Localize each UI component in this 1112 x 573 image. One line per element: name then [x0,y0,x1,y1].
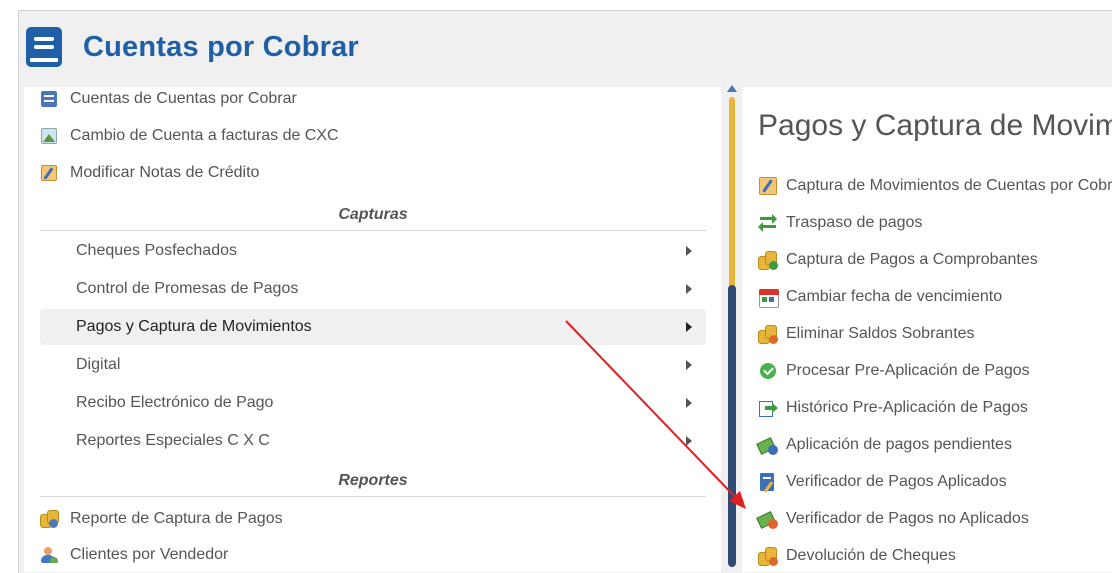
option-label: Cambiar fecha de vencimiento [786,288,1003,305]
left-menu-panel: Cuentas de Cuentas por Cobrar Cambio de … [24,87,721,572]
menu-item-label: Modificar Notas de Crédito [70,164,260,181]
option-captura-movimientos[interactable]: Captura de Movimientos de Cuentas por Co… [758,172,1112,200]
scrollbar[interactable] [725,85,737,572]
chevron-right-icon [686,436,692,446]
option-label: Verificador de Pagos no Aplicados [786,510,1029,527]
submenu-digital[interactable]: Digital [40,347,706,383]
option-historico-preaplicacion[interactable]: Histórico Pre-Aplicación de Pagos [758,394,1028,422]
menu-item-label: Cambio de Cuenta a facturas de CXC [70,127,339,144]
submenu-title: Pagos y Captura de Movimientos [758,109,1112,142]
app-title: Cuentas por Cobrar [83,30,359,63]
menu-item-reporte-captura-pagos[interactable]: Reporte de Captura de Pagos [40,504,283,534]
section-heading-reportes: Reportes [40,472,706,497]
menu-item-label: Cuentas de Cuentas por Cobrar [70,90,297,107]
submenu-promesas-pagos[interactable]: Control de Promesas de Pagos [40,271,706,307]
chevron-right-icon [686,398,692,408]
submenu-label: Reportes Especiales C X C [76,432,270,449]
edit-note-icon [40,164,58,182]
chevron-right-icon [686,322,692,332]
section-heading-capturas: Capturas [40,206,706,231]
submenu-label: Control de Promesas de Pagos [76,280,299,297]
submenu-label: Cheques Posfechados [76,242,237,259]
users-icon [40,546,58,564]
option-label: Traspaso de pagos [786,214,923,231]
menu-item-cambio-cuenta[interactable]: Cambio de Cuenta a facturas de CXC [40,121,339,151]
option-label: Devolución de Cheques [786,547,956,564]
menu-item-label: Reporte de Captura de Pagos [70,510,283,527]
chevron-right-icon [686,246,692,256]
option-aplicacion-pendientes[interactable]: Aplicación de pagos pendientes [756,431,1012,459]
ledger-icon [40,90,58,108]
scroll-up-icon[interactable] [727,85,737,92]
option-label: Eliminar Saldos Sobrantes [786,325,975,342]
submenu-label: Recibo Electrónico de Pago [76,394,274,411]
calendar-icon [758,287,779,308]
option-label: Procesar Pre-Aplicación de Pagos [786,362,1030,379]
option-eliminar-saldos[interactable]: Eliminar Saldos Sobrantes [758,320,975,348]
option-procesar-preaplicacion[interactable]: Procesar Pre-Aplicación de Pagos [758,357,1030,385]
submenu-panel: Pagos y Captura de Movimientos Captura d… [742,87,1112,572]
menu-item-clientes-vendedor[interactable]: Clientes por Vendedor [40,540,228,570]
chevron-right-icon [686,360,692,370]
book-icon [26,27,62,67]
coins-add-icon [758,250,778,270]
menu-item-cuentas[interactable]: Cuentas de Cuentas por Cobrar [40,87,297,114]
image-icon [40,127,58,145]
option-label: Captura de Movimientos de Cuentas por Co… [786,177,1112,194]
menu-item-notas-credito[interactable]: Modificar Notas de Crédito [40,158,259,188]
submenu-recibo-electronico[interactable]: Recibo Electrónico de Pago [40,385,706,421]
edit-note-icon [758,176,778,196]
option-traspaso-pagos[interactable]: Traspaso de pagos [758,209,922,237]
app-header: Cuentas por Cobrar [26,25,359,69]
submenu-label: Pagos y Captura de Movimientos [76,318,312,335]
submenu-pagos-captura-movimientos[interactable]: Pagos y Captura de Movimientos [40,309,706,345]
option-label: Aplicación de pagos pendientes [786,436,1012,453]
option-verificador-aplicados[interactable]: Verificador de Pagos Aplicados [758,468,1007,496]
money-error-icon [756,509,778,529]
transfer-icon [758,213,778,233]
option-label: Histórico Pre-Aplicación de Pagos [786,399,1028,416]
submenu-label: Digital [76,356,121,373]
coins-return-icon [758,546,778,566]
option-verificador-no-aplicados[interactable]: Verificador de Pagos no Aplicados [756,505,1029,533]
history-icon [758,398,778,418]
option-devolucion-cheques[interactable]: Devolución de Cheques [758,542,956,570]
coins-remove-icon [758,324,778,344]
check-circle-icon [758,361,778,381]
option-label: Captura de Pagos a Comprobantes [786,251,1038,268]
scroll-thumb[interactable] [728,285,736,567]
submenu-reportes-especiales[interactable]: Reportes Especiales C X C [40,423,706,459]
money-clock-icon [756,435,778,455]
document-check-icon [758,472,778,493]
menu-item-label: Clientes por Vendedor [70,546,229,563]
option-label: Verificador de Pagos Aplicados [786,473,1007,490]
submenu-cheques-posfechados[interactable]: Cheques Posfechados [40,233,706,269]
option-cambiar-fecha[interactable]: Cambiar fecha de vencimiento [758,283,1002,311]
chevron-right-icon [686,284,692,294]
option-captura-pagos-comprobantes[interactable]: Captura de Pagos a Comprobantes [758,246,1038,274]
coins-user-icon [40,510,59,528]
